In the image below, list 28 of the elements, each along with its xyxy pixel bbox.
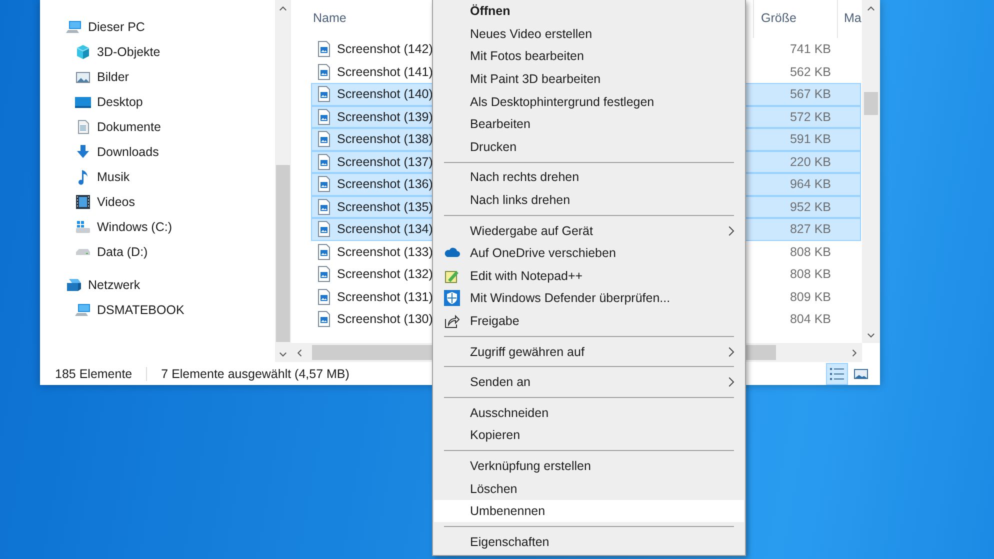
file-name: Screenshot (138) xyxy=(337,132,433,146)
file-size: 808 KB xyxy=(788,244,831,259)
file-name: Screenshot (133) xyxy=(337,244,433,259)
file-name: Screenshot (132) xyxy=(337,267,433,282)
file-size: 220 KB xyxy=(788,154,831,169)
item-count: 185 Elemente xyxy=(55,366,132,380)
file-name: Screenshot (137) xyxy=(337,154,433,169)
file-name: Screenshot (140) xyxy=(337,87,433,102)
file-name: Screenshot (134) xyxy=(337,222,433,236)
file-name: Screenshot (142) xyxy=(337,42,433,56)
file-name: Screenshot (135) xyxy=(337,200,433,214)
file-name: Screenshot (139) xyxy=(337,110,433,124)
file-size: 808 KB xyxy=(788,267,831,282)
file-name: Screenshot (131) xyxy=(337,290,433,304)
file-size: 562 KB xyxy=(788,64,831,79)
file-size: 567 KB xyxy=(788,87,831,102)
file-size: 591 KB xyxy=(788,132,831,146)
selection-info: 7 Elemente ausgewählt (4,57 MB) xyxy=(161,366,350,380)
file-size: 809 KB xyxy=(788,290,831,304)
file-name: Screenshot (141) xyxy=(337,64,433,79)
file-size: 952 KB xyxy=(788,200,831,214)
file-name: Screenshot (136) xyxy=(337,177,433,192)
file-size: 572 KB xyxy=(788,110,831,124)
file-size: 827 KB xyxy=(788,222,831,236)
file-size: 741 KB xyxy=(788,42,831,56)
file-size: 964 KB xyxy=(788,177,831,192)
file-name: Screenshot (130) xyxy=(337,312,433,326)
file-size: 804 KB xyxy=(788,312,831,326)
